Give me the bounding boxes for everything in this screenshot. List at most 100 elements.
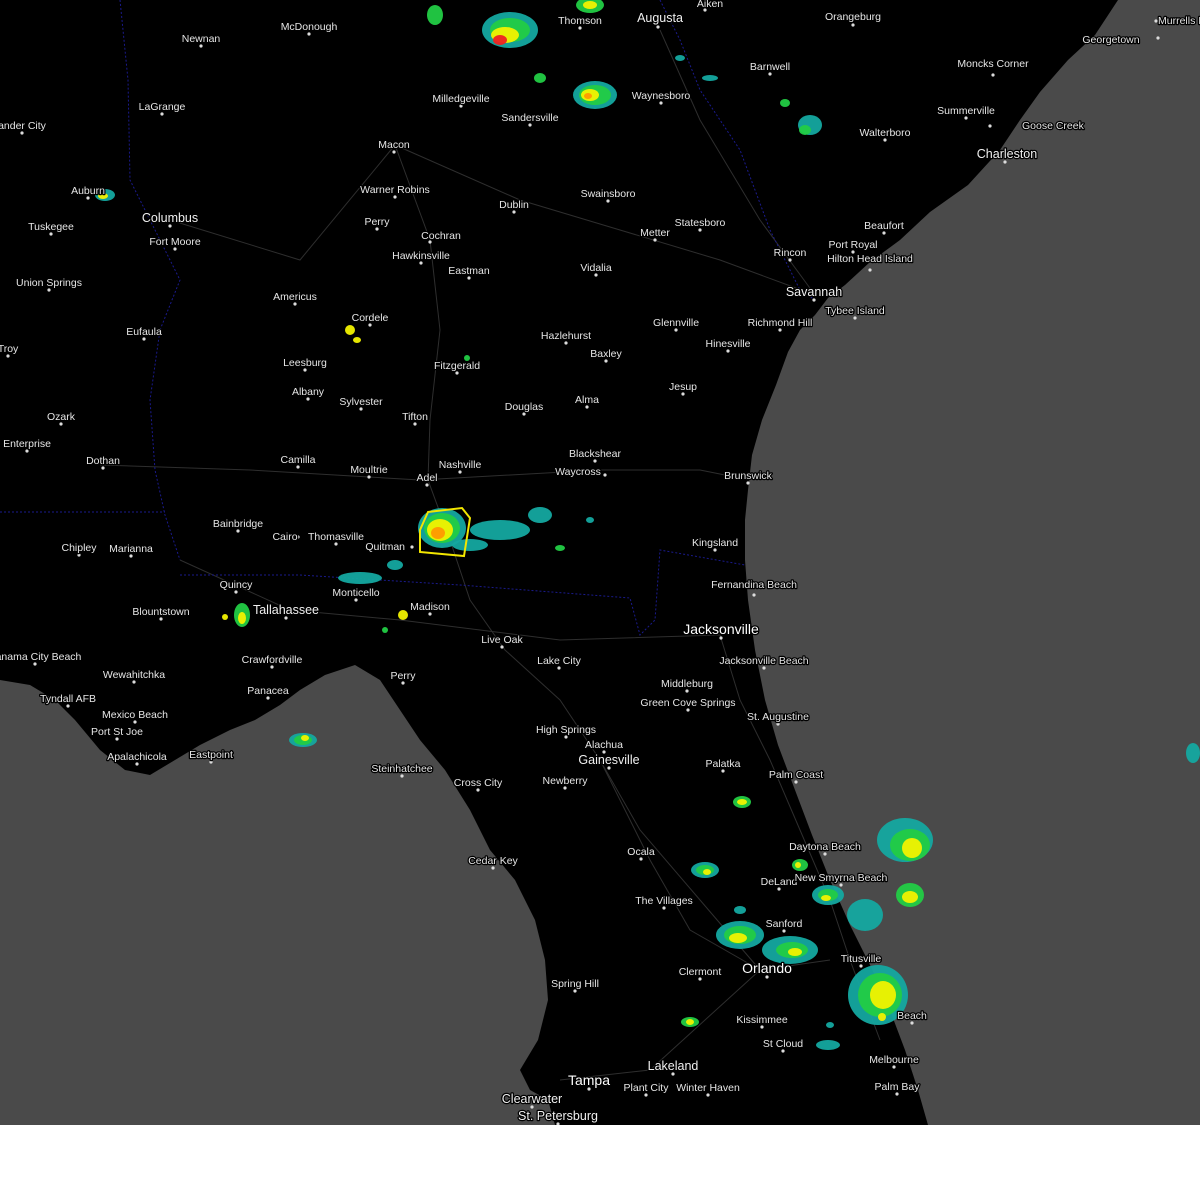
city-label-americus: Americus [273,291,317,303]
radar-echo-yellow [686,1019,694,1025]
city-marker-georgetown [1156,36,1160,40]
city-label-union-springs: Union Springs [16,277,82,289]
city-label-sylvester: Sylvester [339,396,383,408]
radar-echo-yellow [353,337,361,343]
city-label-statesboro: Statesboro [675,217,726,229]
city-label-cross-city: Cross City [454,777,503,789]
city-label-marianna: Marianna [109,543,153,555]
radar-echo-light [702,75,718,81]
city-label-palm-coast: Palm Coast [769,769,823,781]
radar-echo-yellow [583,1,597,9]
city-label-orlando: Orlando [742,960,792,976]
city-label-murrells-inlet: Murrells Inlet [1158,15,1200,27]
city-label-port-royal: Port Royal [828,239,877,251]
city-label-tampa: Tampa [568,1072,610,1088]
radar-echo-yellow [870,981,896,1009]
city-label-panacea: Panacea [247,685,289,697]
city-label-high-springs: High Springs [536,724,596,736]
city-label-beach: Beach [897,1010,927,1022]
radar-echo-light [470,520,530,540]
city-label-camilla: Camilla [280,454,315,466]
radar-echo-yellow [788,948,802,956]
city-marker-augusta [656,25,660,29]
bottom-blank-area [0,1125,1200,1200]
city-label-glennville: Glennville [653,317,699,329]
city-label-gainesville: Gainesville [578,753,639,767]
city-label-steinhatchee: Steinhatchee [371,763,432,775]
city-label-metter: Metter [640,227,670,239]
city-label-wewahitchka: Wewahitchka [103,669,165,681]
city-label-ozark: Ozark [47,411,76,423]
city-label-blountstown: Blountstown [132,606,189,618]
city-label-monticello: Monticello [332,587,379,599]
city-label-aiken: Aiken [697,0,723,10]
city-label-cairo: Cairo [272,531,297,543]
city-label-spring-hill: Spring Hill [551,978,599,990]
city-label-newberry: Newberry [543,775,589,787]
city-label-new-smyrna-beach: New Smyrna Beach [795,872,888,884]
city-label-eastpoint: Eastpoint [189,749,233,761]
city-label-hazlehurst: Hazlehurst [541,330,591,342]
city-label-columbus: Columbus [142,211,198,225]
city-label-jesup: Jesup [669,381,697,393]
city-marker-moncks-corner [991,73,995,77]
radar-echo-light [734,906,746,914]
city-label-jacksonville-beach: Jacksonville Beach [719,655,808,667]
city-label-quincy: Quincy [220,579,253,591]
city-label-brunswick: Brunswick [724,470,773,482]
city-label-moultrie: Moultrie [350,464,388,476]
city-label-alma: Alma [575,394,599,406]
city-label-panama-city-beach: Panama City Beach [0,651,82,663]
city-label-baxley: Baxley [590,348,622,360]
radar-echo-red [493,35,507,45]
city-label-troy: Troy [0,343,19,355]
city-label-clearwater: Clearwater [502,1092,562,1106]
city-label-chipley: Chipley [61,542,97,554]
city-label-perry: Perry [364,216,390,228]
city-label-lakeland: Lakeland [648,1059,699,1073]
radar-echo-green [534,73,546,83]
map-canvas[interactable]: Murrells Inlet Georgetown Moncks Corner Sum… [0,0,1200,1125]
radar-echo-light [528,507,552,523]
radar-echo-light [847,899,883,931]
city-label-georgetown: Georgetown [1082,34,1139,46]
radar-echo-yellow [345,325,355,335]
city-label-fort-moore: Fort Moore [149,236,201,248]
city-label-ocala: Ocala [627,846,655,858]
radar-echo-light [338,572,382,584]
city-label-st-augustine: St. Augustine [747,711,809,723]
city-label-middleburg: Middleburg [661,678,713,690]
radar-echo-light [826,1022,834,1028]
radar-echo-light [1186,743,1200,763]
city-label-perry: Perry [390,670,416,682]
city-label-tuskegee: Tuskegee [28,221,74,233]
city-label-charleston: Charleston [977,147,1037,161]
radar-map[interactable]: Murrells Inlet Georgetown Moncks Corner Sum… [0,0,1200,1125]
city-label-crawfordville: Crawfordville [242,654,303,666]
city-label-lake-city: Lake City [537,655,582,667]
radar-echo-light [586,517,594,523]
city-label-hilton-head-island: Hilton Head Island [827,253,913,265]
city-label-auburn: Auburn [71,185,105,197]
city-label-lagrange: LaGrange [139,101,186,113]
radar-echo-light [452,539,488,551]
city-label-mexico-beach: Mexico Beach [102,709,168,721]
radar-echo-yellow [737,799,747,805]
city-label-adel: Adel [416,472,437,484]
city-label-savannah: Savannah [786,285,842,299]
city-label-dublin: Dublin [499,199,529,211]
city-label-clermont: Clermont [679,966,722,978]
radar-echo-orange [431,527,445,539]
city-label-barnwell: Barnwell [750,61,790,73]
radar-echo-yellow [398,610,408,620]
city-label-richmond-hill: Richmond Hill [748,317,813,329]
city-label-tybee-island: Tybee Island [825,305,885,317]
city-label-winter-haven: Winter Haven [676,1082,740,1094]
city-label-sandersville: Sandersville [501,112,558,124]
city-label-kissimmee: Kissimmee [736,1014,788,1026]
radar-echo-yellow [902,838,922,858]
city-label-tallahassee: Tallahassee [253,603,319,617]
city-label-alachua: Alachua [585,739,623,751]
radar-echo-light [816,1040,840,1050]
city-label-green-cove-springs: Green Cove Springs [640,697,735,709]
